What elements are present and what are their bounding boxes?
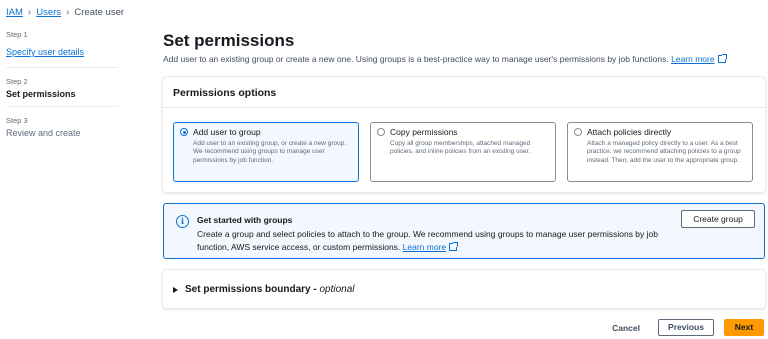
create-group-button[interactable]: Create group xyxy=(681,210,755,228)
step-2: Step 2 Set permissions xyxy=(6,77,118,107)
option-label: Add user to group xyxy=(193,127,261,137)
external-link-icon xyxy=(449,241,459,251)
step-1: Step 1 Specify user details xyxy=(6,30,118,68)
chevron-right-icon: › xyxy=(27,7,32,18)
radio-unselected[interactable] xyxy=(574,128,582,136)
learn-more-link[interactable]: Learn more xyxy=(671,54,727,64)
info-icon: i xyxy=(176,215,189,228)
breadcrumb: IAM › Users › Create user xyxy=(6,7,124,18)
step-number: Step 1 xyxy=(6,30,28,39)
step-number: Step 3 xyxy=(6,116,28,125)
radio-unselected[interactable] xyxy=(377,128,385,136)
step-link-specify-user-details[interactable]: Specify user details xyxy=(6,47,84,57)
step-review-and-create: Review and create xyxy=(6,128,81,138)
previous-button[interactable]: Previous xyxy=(658,319,714,336)
option-description: Copy all group memberships, attached man… xyxy=(390,140,531,156)
cancel-button[interactable]: Cancel xyxy=(612,323,640,333)
info-title: Get started with groups xyxy=(197,215,293,225)
step-number: Step 2 xyxy=(6,77,28,86)
groups-info-alert: i Get started with groups Create a group… xyxy=(163,203,765,259)
chevron-right-icon: › xyxy=(66,7,70,18)
external-link-icon xyxy=(717,54,727,63)
option-label: Copy permissions xyxy=(390,127,458,137)
step-current-set-permissions: Set permissions xyxy=(6,89,76,99)
permissions-options-panel: Permissions options Add user to group Ad… xyxy=(163,77,765,192)
caret-right-icon xyxy=(173,286,178,293)
option-add-user-to-group[interactable]: Add user to group Add user to an existin… xyxy=(173,122,359,182)
option-copy-permissions[interactable]: Copy permissions Copy all group membersh… xyxy=(370,122,556,182)
permissions-boundary-toggle[interactable]: Set permissions boundary - optional xyxy=(173,284,355,295)
page-title: Set permissions xyxy=(163,31,295,50)
wizard-steps: Step 1 Specify user details Step 2 Set p… xyxy=(6,30,118,154)
page-description: Add user to an existing group or create … xyxy=(163,54,727,64)
option-attach-policies-directly[interactable]: Attach policies directly Attach a manage… xyxy=(567,122,753,182)
option-description: Attach a managed policy directly to a us… xyxy=(587,140,741,164)
info-text: Create a group and select policies to at… xyxy=(197,228,677,254)
breadcrumb-current: Create user xyxy=(74,7,125,18)
breadcrumb-users-link[interactable]: Users xyxy=(36,7,61,18)
page-description-text: Add user to an existing group or create … xyxy=(163,54,669,64)
option-description: Add user to an existing group, or create… xyxy=(193,140,347,164)
breadcrumb-iam-link[interactable]: IAM xyxy=(6,7,23,18)
radio-selected[interactable] xyxy=(180,128,188,136)
permissions-options-header: Permissions options xyxy=(163,77,765,108)
boundary-title: Set permissions boundary - optional xyxy=(185,284,355,295)
next-button[interactable]: Next xyxy=(724,319,764,336)
wizard-footer: Cancel Previous Next xyxy=(612,319,764,336)
permission-option-tiles: Add user to group Add user to an existin… xyxy=(173,122,753,182)
info-learn-more-link[interactable]: Learn more xyxy=(403,241,459,252)
option-label: Attach policies directly xyxy=(587,127,672,137)
permissions-boundary-section[interactable]: Set permissions boundary - optional xyxy=(163,270,765,308)
step-3: Step 3 Review and create xyxy=(6,116,118,145)
